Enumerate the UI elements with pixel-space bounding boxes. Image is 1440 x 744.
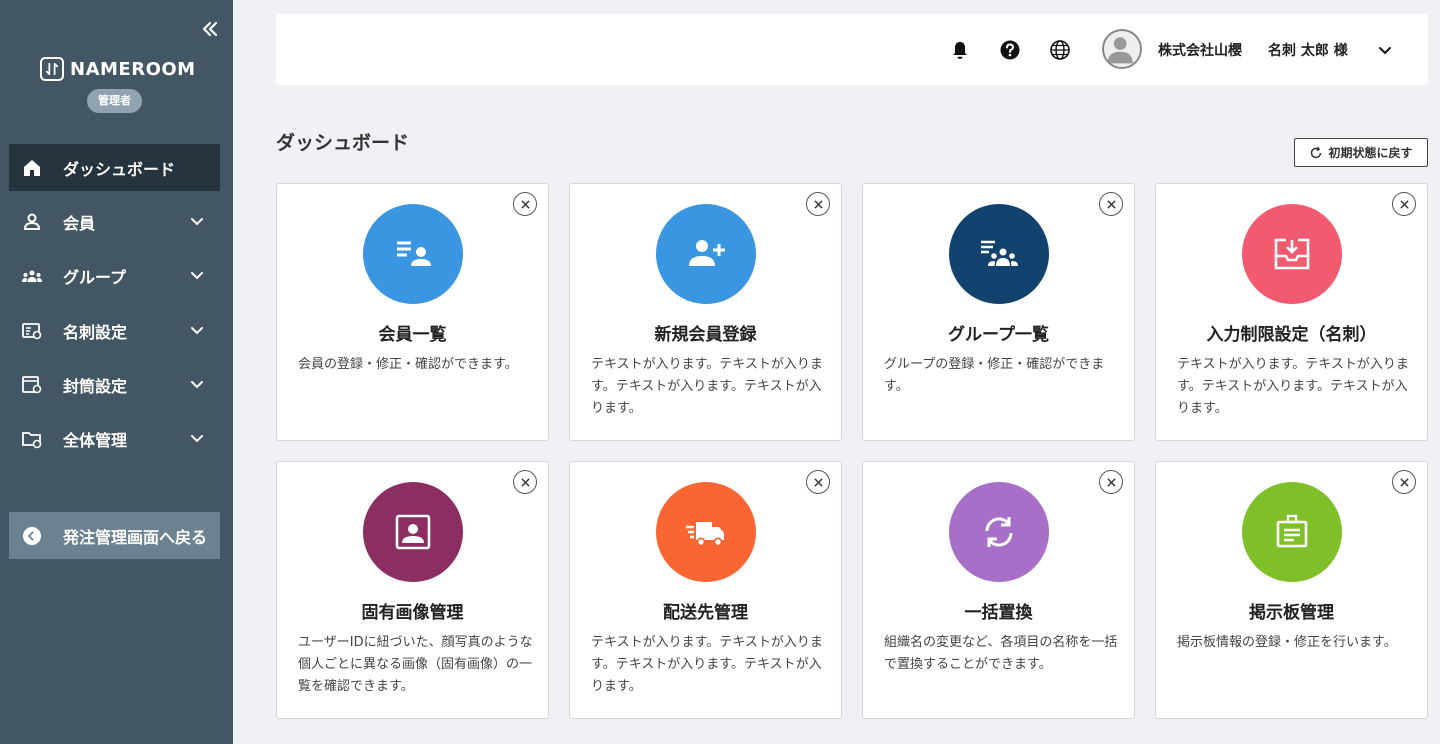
page-title: ダッシュボード [276, 132, 410, 154]
card-description: ユーザーIDに紐づいた、顔写真のような個人ごとに異なる画像（固有画像）の一覧を確… [298, 635, 533, 694]
card-description: 会員の登録・修正・確認ができます。 [298, 357, 518, 372]
add-member-icon [656, 204, 756, 304]
close-icon[interactable] [806, 192, 830, 216]
card-title: 掲示板管理 [1249, 603, 1334, 623]
home-icon [24, 160, 40, 176]
card-description: テキストが入ります。テキストが入ります。テキストが入ります。テキストが入ります。 [591, 357, 823, 416]
brand-name: NAMEROOM [70, 58, 196, 80]
sidebar-item-general-management[interactable]: 全体管理 [9, 415, 220, 462]
close-icon[interactable] [1099, 192, 1123, 216]
refresh-icon [1311, 146, 1322, 158]
card-delivery-destination-management[interactable]: 配送先管理 テキストが入ります。テキストが入ります。テキストが入ります。テキスト… [569, 461, 842, 719]
sidebar-item-dashboard[interactable]: ダッシュボード [9, 144, 220, 191]
back-label: 発注管理画面へ戻る [63, 527, 208, 547]
header: 株式会社山櫻 名刺 太郎 様 [276, 14, 1428, 85]
envelope-settings-icon [22, 376, 42, 394]
card-title: 配送先管理 [663, 603, 748, 623]
close-icon[interactable] [1392, 470, 1416, 494]
card-member-list[interactable]: 会員一覧 会員の登録・修正・確認ができます。 [276, 183, 549, 441]
group-icon [22, 270, 42, 282]
card-description: テキストが入ります。テキストが入ります。テキストが入ります。テキストが入ります。 [1177, 357, 1409, 416]
brand-logo: NAMEROOM [40, 57, 196, 81]
card-title: 一括置換 [964, 603, 1033, 623]
chevron-down-icon [191, 327, 203, 335]
card-input-restriction-settings[interactable]: 入力制限設定（名刺） テキストが入ります。テキストが入ります。テキストが入ります… [1155, 183, 1428, 441]
chevron-down-icon [191, 381, 203, 389]
card-title: 入力制限設定（名刺） [1206, 325, 1377, 345]
collapse-sidebar-icon[interactable] [199, 18, 221, 40]
chevron-down-icon [191, 272, 203, 280]
user-name: 名刺 太郎 様 [1268, 43, 1348, 59]
card-bulk-replace[interactable]: 一括置換 組織名の変更など、各項目の名称を一括で置換することができます。 [862, 461, 1135, 719]
reset-layout-button[interactable]: 初期状態に戻す [1294, 138, 1428, 167]
card-description: テキストが入ります。テキストが入ります。テキストが入ります。テキストが入ります。 [591, 635, 823, 694]
arrow-left-circle-icon [23, 527, 41, 545]
sidebar: NAMEROOM 管理者 ダッシュボード 会員 グループ 名刺設定 封筒設定 全… [0, 0, 233, 744]
role-badge: 管理者 [87, 89, 142, 113]
back-to-order-management-button[interactable]: 発注管理画面へ戻る [9, 512, 220, 559]
folder-settings-icon [22, 432, 42, 449]
sidebar-item-label: ダッシュボード [63, 159, 176, 179]
avatar[interactable] [1102, 29, 1142, 69]
sidebar-item-envelope-settings[interactable]: 封筒設定 [9, 361, 220, 408]
help-icon[interactable] [999, 39, 1021, 61]
card-title: グループ一覧 [948, 325, 1049, 345]
sidebar-item-label: 名刺設定 [63, 322, 128, 342]
input-restriction-icon [1242, 204, 1342, 304]
close-icon[interactable] [513, 192, 537, 216]
card-group-list[interactable]: グループ一覧 グループの登録・修正・確認ができます。 [862, 183, 1135, 441]
portrait-icon [363, 482, 463, 582]
card-bulletin-board-management[interactable]: 掲示板管理 掲示板情報の登録・修正を行います。 [1155, 461, 1428, 719]
reset-label: 初期状態に戻す [1328, 146, 1413, 160]
chevron-down-icon [191, 218, 203, 226]
close-icon[interactable] [1099, 470, 1123, 494]
replace-icon [949, 482, 1049, 582]
card-new-member-registration[interactable]: 新規会員登録 テキストが入ります。テキストが入ります。テキストが入ります。テキス… [569, 183, 842, 441]
sidebar-item-member[interactable]: 会員 [9, 198, 220, 245]
member-list-icon [363, 204, 463, 304]
card-description: 掲示板情報の登録・修正を行います。 [1177, 635, 1397, 650]
card-title: 会員一覧 [378, 325, 447, 345]
card-title: 新規会員登録 [654, 325, 757, 345]
sidebar-item-label: 全体管理 [63, 430, 128, 450]
card-settings-icon [22, 323, 42, 340]
logo-mark-icon [40, 57, 64, 81]
chevron-down-icon[interactable] [1376, 41, 1394, 59]
user-icon [23, 213, 41, 230]
sidebar-item-label: グループ [63, 267, 127, 287]
card-description: グループの登録・修正・確認ができます。 [884, 357, 1105, 394]
chevron-down-icon [191, 435, 203, 443]
card-title: 固有画像管理 [361, 603, 464, 623]
sidebar-item-group[interactable]: グループ [9, 252, 220, 299]
company-name: 株式会社山櫻 [1158, 43, 1242, 59]
close-icon[interactable] [806, 470, 830, 494]
close-icon[interactable] [1392, 192, 1416, 216]
bell-icon[interactable] [949, 39, 971, 61]
close-icon[interactable] [513, 470, 537, 494]
card-description: 組織名の変更など、各項目の名称を一括で置換することができます。 [884, 635, 1118, 672]
group-list-icon [949, 204, 1049, 304]
globe-icon[interactable] [1049, 39, 1071, 61]
sidebar-item-label: 封筒設定 [63, 376, 128, 396]
user-avatar-icon [1107, 37, 1133, 64]
delivery-truck-icon [656, 482, 756, 582]
sidebar-item-business-card-settings[interactable]: 名刺設定 [9, 307, 220, 354]
sidebar-item-label: 会員 [63, 213, 96, 233]
card-unique-image-management[interactable]: 固有画像管理 ユーザーIDに紐づいた、顔写真のような個人ごとに異なる画像（固有画… [276, 461, 549, 719]
bulletin-board-icon [1242, 482, 1342, 582]
